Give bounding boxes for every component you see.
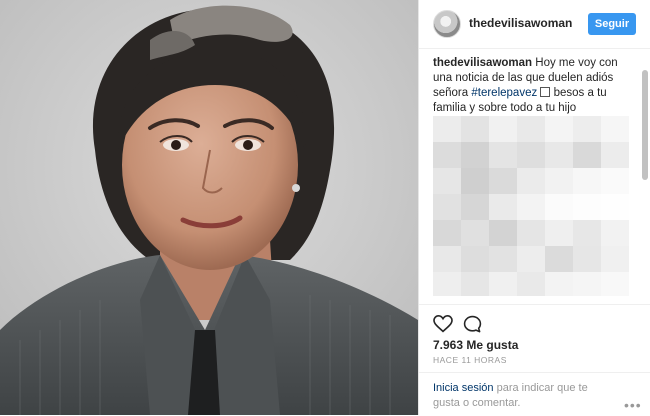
login-link[interactable]: Inicia sesión	[433, 382, 494, 394]
avatar[interactable]	[433, 10, 461, 38]
heart-icon[interactable]	[433, 314, 453, 338]
emoji-glyph-icon	[540, 87, 551, 97]
comment-icon[interactable]	[463, 315, 482, 339]
post-photo[interactable]	[0, 0, 418, 415]
username-link[interactable]: thedevilisawoman	[469, 16, 572, 30]
post-side-panel: thedevilisawoman Seguir thedevilisawoman…	[418, 0, 650, 415]
caption-username[interactable]: thedevilisawoman	[433, 57, 532, 69]
caption-hashtag[interactable]: #terelepavez	[471, 87, 537, 99]
pixelated-comments-image	[433, 116, 629, 296]
login-prompt: Inicia sesión para indicar que te gusta …	[419, 372, 650, 416]
post-caption: thedevilisawoman Hoy me voy con una noti…	[433, 56, 631, 116]
likes-count[interactable]: 7.963 Me gusta	[433, 338, 518, 352]
comments-scrollbar[interactable]	[642, 50, 648, 305]
blurred-comments	[433, 116, 631, 296]
login-text: Inicia sesión para indicar que te gusta …	[433, 381, 613, 411]
post-time[interactable]: HACE 11 HORAS	[433, 355, 507, 365]
post-actions	[419, 304, 650, 333]
portrait-image	[0, 0, 418, 415]
more-options-icon[interactable]: •••	[624, 397, 642, 413]
follow-button[interactable]: Seguir	[588, 13, 636, 35]
post-header: thedevilisawoman Seguir	[419, 0, 650, 49]
scroll-thumb[interactable]	[642, 70, 648, 180]
